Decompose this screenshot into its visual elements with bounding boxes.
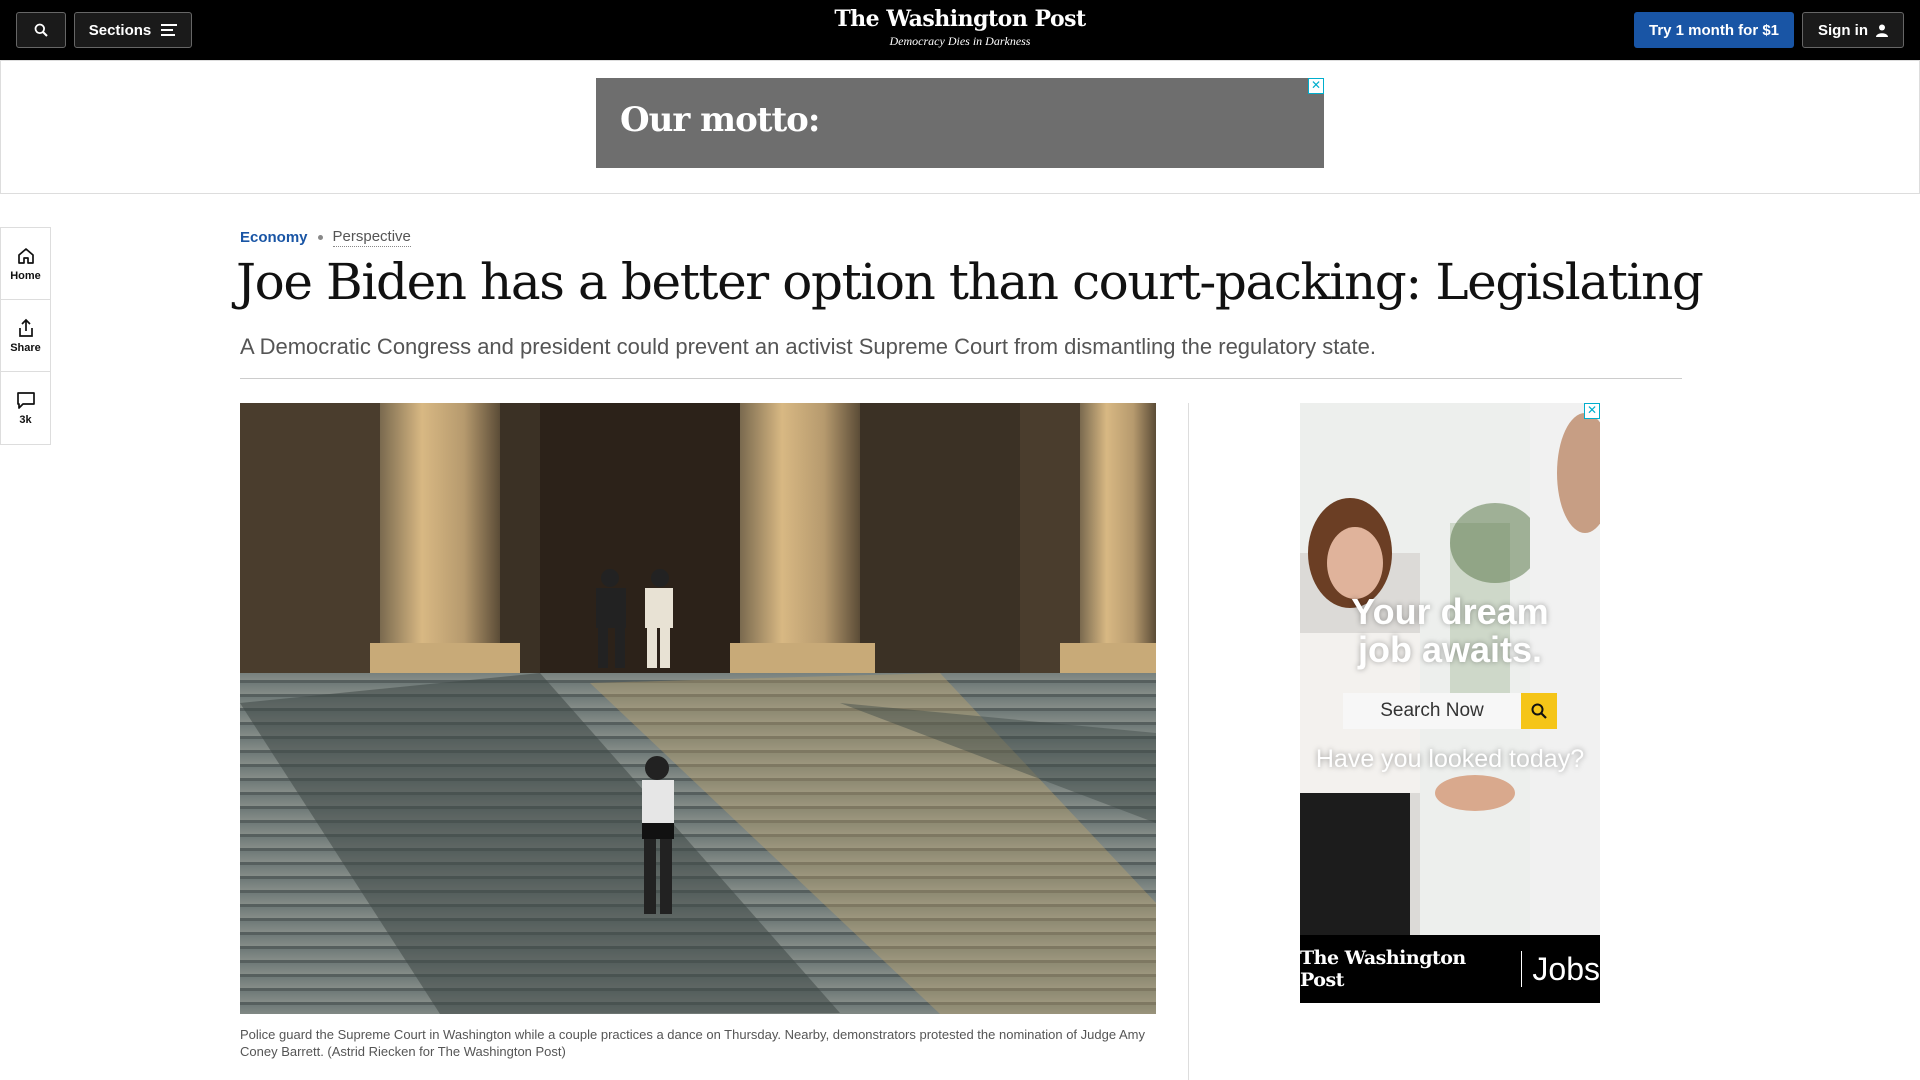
sign-in-button[interactable]: Sign in — [1802, 12, 1904, 48]
masthead[interactable]: The Washington Post Democracy Dies in Da… — [760, 6, 1160, 49]
supreme-court-photo — [240, 403, 1156, 1014]
header-divider — [240, 378, 1682, 379]
photo-caption: Police guard the Supreme Court in Washin… — [240, 1027, 1145, 1059]
site-tagline: Democracy Dies in Darkness — [889, 34, 1031, 48]
top-banner-ad[interactable]: Our motto: — [596, 78, 1324, 168]
home-icon — [17, 247, 34, 264]
search-button[interactable] — [16, 12, 66, 48]
kicker-separator — [317, 235, 323, 240]
sign-in-label: Sign in — [1818, 21, 1868, 39]
ad-close-icon[interactable]: ✕ — [1584, 403, 1600, 419]
ad-footer-separator — [1521, 951, 1523, 987]
rail-comments-button[interactable]: 3k — [1, 372, 50, 444]
section-link[interactable]: Economy — [240, 229, 308, 246]
left-rail: Home Share 3k — [0, 227, 51, 445]
search-icon — [1531, 703, 1547, 719]
jobs-side-ad[interactable]: Your dream job awaits. Search Now Have y… — [1300, 403, 1600, 1003]
article-dek: A Democratic Congress and president coul… — [240, 334, 1376, 359]
share-icon — [18, 318, 33, 337]
rail-share-label: Share — [10, 341, 41, 354]
ad-close-icon[interactable]: ✕ — [1308, 78, 1324, 94]
rail-comments-count: 3k — [19, 414, 32, 426]
ad-headline-line-1: Your dream — [1351, 591, 1549, 632]
ad-headline: Your dream job awaits. — [1300, 593, 1600, 669]
ad-footer: The Washington Post Jobs — [1300, 935, 1600, 1003]
ad-headline-line-2: job awaits. — [1357, 629, 1543, 670]
column-divider — [1188, 403, 1189, 1080]
ad-search-box[interactable]: Search Now — [1343, 693, 1557, 729]
menu-icon — [161, 24, 178, 36]
site-logo[interactable]: The Washington Post — [760, 6, 1160, 32]
ad-footer-jobs: Jobs — [1532, 950, 1600, 987]
ad-search-button[interactable] — [1521, 693, 1557, 729]
ad-search-label[interactable]: Search Now — [1343, 693, 1521, 729]
ad-subline: Have you looked today? — [1315, 745, 1585, 773]
comment-icon — [16, 392, 35, 409]
article-kicker: Economy Perspective — [240, 228, 411, 247]
subscribe-button[interactable]: Try 1 month for $1 — [1634, 12, 1794, 48]
sections-label: Sections — [88, 21, 152, 39]
ad-footer-logo: The Washington Post — [1300, 947, 1466, 991]
user-icon — [1876, 24, 1888, 37]
sections-button[interactable]: Sections — [74, 12, 192, 48]
banner-ad-text: Our motto: — [620, 100, 820, 140]
rail-home-label: Home — [10, 269, 41, 282]
lead-photo[interactable] — [240, 403, 1156, 1014]
rail-share-button[interactable]: Share — [1, 300, 50, 372]
top-nav: Sections The Washington Post Democracy D… — [0, 0, 1920, 60]
search-icon — [34, 23, 48, 37]
article-headline: Joe Biden has a better option than court… — [236, 253, 1704, 311]
rail-home-button[interactable]: Home — [1, 228, 50, 300]
perspective-label[interactable]: Perspective — [332, 228, 411, 247]
